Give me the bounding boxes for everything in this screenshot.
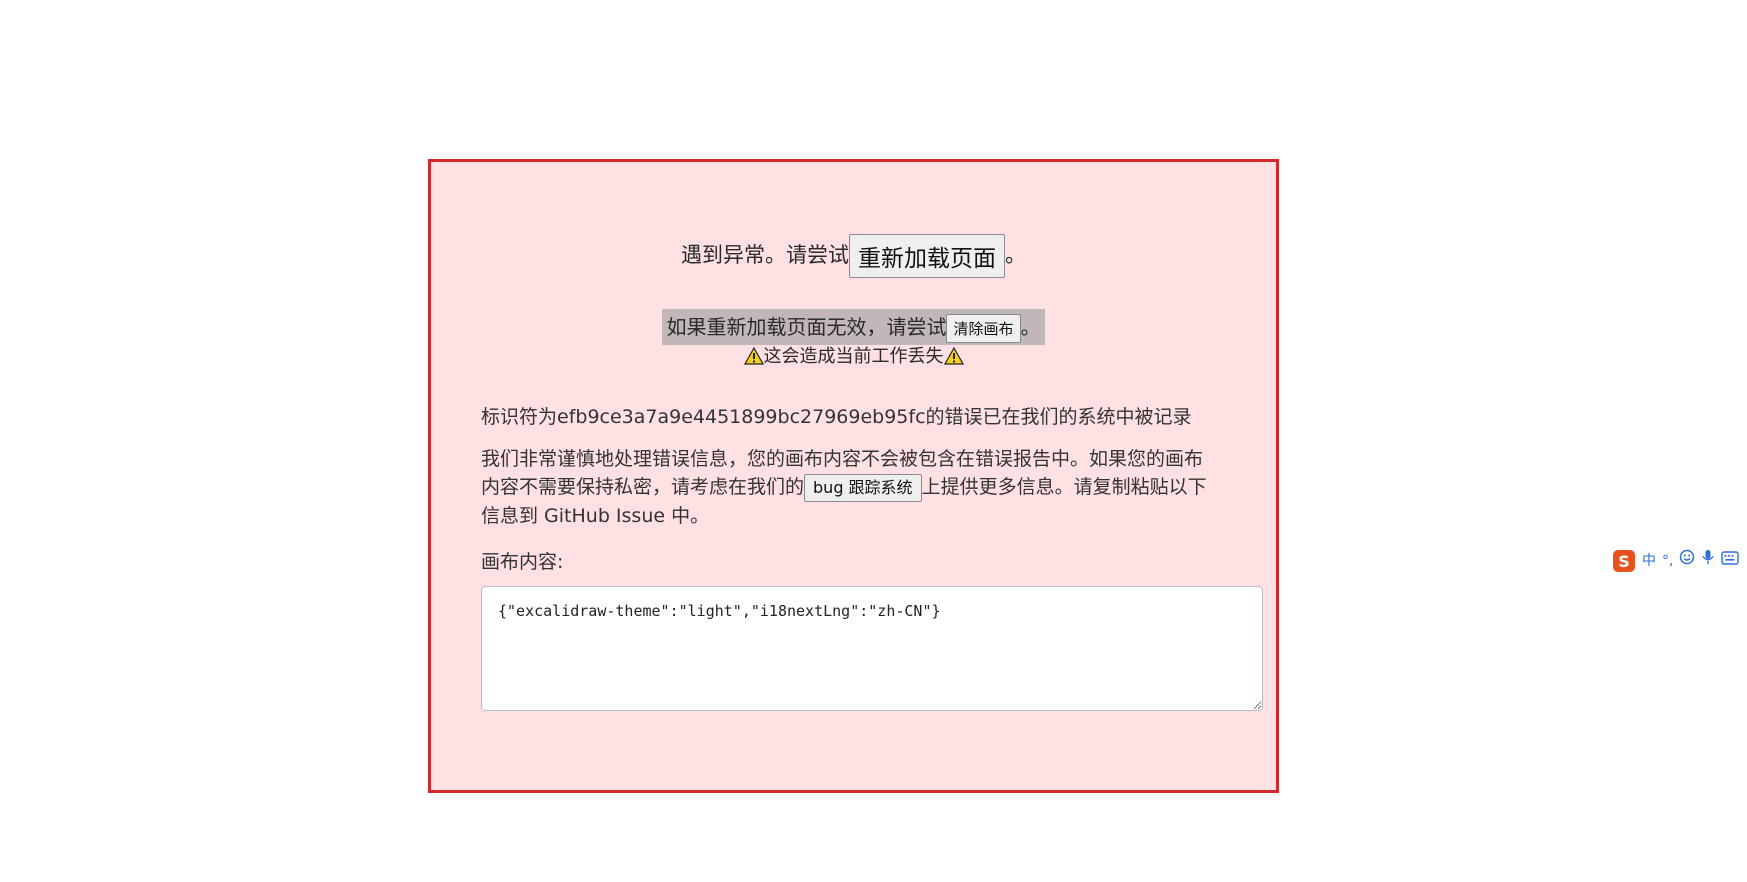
clear-prefix-text: 如果重新加载页面无效，请尝试 bbox=[666, 315, 947, 339]
clear-canvas-line: 如果重新加载页面无效，请尝试 清除画布。 bbox=[662, 309, 1045, 345]
microphone-icon[interactable] bbox=[1701, 549, 1715, 573]
clear-canvas-button[interactable]: 清除画布 bbox=[946, 314, 1021, 343]
emoji-icon[interactable] bbox=[1679, 549, 1695, 573]
error-tracked-message: 标识符为efb9ce3a7a9e4451899bc27969eb95fc的错误已… bbox=[481, 406, 1192, 428]
error-boundary-container: 遇到异常。请尝试 重新加载页面。 如果重新加载页面无效，请尝试 清除画布。 这会造成… bbox=[428, 159, 1279, 793]
ime-mode-toggle[interactable]: 中 bbox=[1642, 549, 1656, 573]
canvas-content-label: 画布内容: bbox=[481, 551, 564, 573]
bug-tracker-button[interactable]: bug 跟踪系统 bbox=[804, 474, 922, 502]
reload-suffix-text: 。 bbox=[1005, 243, 1026, 267]
clear-suffix-text: 。 bbox=[1020, 315, 1041, 339]
ime-punctuation-toggle[interactable]: °, bbox=[1662, 549, 1673, 573]
ime-toolbar: S 中 °, bbox=[1612, 547, 1747, 575]
keyboard-icon[interactable] bbox=[1721, 549, 1740, 573]
reload-page-button[interactable]: 重新加载页面 bbox=[849, 234, 1005, 278]
privacy-message: 我们非常谨慎地处理错误信息，您的画布内容不会被包含在错误报告中。如果您的画布内容… bbox=[481, 445, 1221, 530]
reload-prefix-text: 遇到异常。请尝试 bbox=[681, 243, 849, 267]
canvas-content-textarea[interactable] bbox=[481, 586, 1263, 711]
warning-message: 这会造成当前工作丢失 bbox=[431, 342, 1276, 368]
svg-text:S: S bbox=[1618, 552, 1630, 571]
warning-text: 这会造成当前工作丢失 bbox=[763, 346, 944, 367]
reload-message: 遇到异常。请尝试 重新加载页面。 bbox=[431, 234, 1276, 278]
sogou-logo-icon[interactable]: S bbox=[1612, 549, 1636, 573]
warning-icon bbox=[743, 346, 764, 365]
warning-icon bbox=[943, 346, 964, 365]
clear-canvas-message: 如果重新加载页面无效，请尝试 清除画布。 bbox=[431, 309, 1276, 345]
